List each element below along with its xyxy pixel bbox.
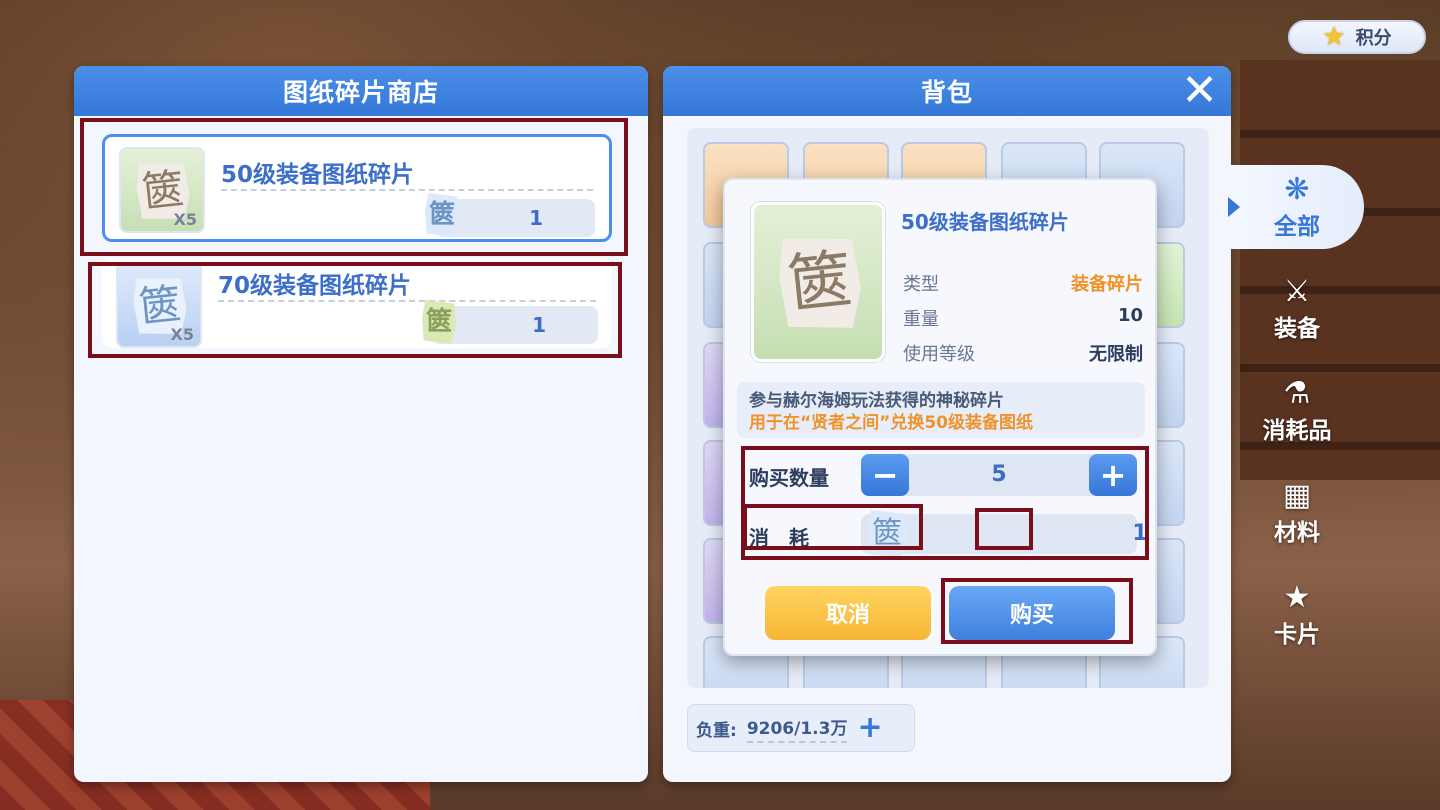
equipment-icon: ⚔ [1283, 274, 1311, 309]
weight-indicator: 负重: 9206/1.3万 + [687, 704, 915, 752]
flask-icon: ⚗ [1283, 376, 1311, 411]
item-name: 50级装备图纸碎片 [221, 162, 415, 188]
price-fragment-icon: 篋 [422, 300, 456, 344]
increase-button[interactable]: + [1089, 454, 1137, 496]
close-icon[interactable]: ✕ [1179, 69, 1221, 113]
shop-title: 图纸碎片商店 [282, 78, 439, 107]
tab-materials[interactable]: ▦ 材料 [1230, 471, 1364, 555]
cost-value: 1 [1132, 521, 1148, 546]
shop-item-50[interactable]: 篋 X5 50级装备图纸碎片 篋 1 [102, 134, 612, 242]
level-row: 使用等级 无限制 [903, 340, 1143, 366]
item-name: 70级装备图纸碎片 [218, 273, 412, 299]
star-icon: ★ [1322, 22, 1346, 52]
tab-label: 消耗品 [1262, 418, 1332, 444]
tab-cards[interactable]: ★ 卡片 [1230, 573, 1364, 657]
price-bar: 篋 1 [425, 193, 595, 237]
add-weight-button[interactable]: + [857, 713, 882, 743]
price-value: 1 [529, 206, 543, 230]
active-arrow-icon [1228, 197, 1240, 217]
weight-value: 9206/1.3万 [746, 714, 848, 743]
popup-item-icon: 篋 [751, 202, 885, 362]
tab-equipment[interactable]: ⚔ 装备 [1230, 267, 1364, 351]
purchase-dialog: 篋 50级装备图纸碎片 类型 装备碎片 重量 10 使用等级 无限制 参与赫尔海… [723, 178, 1157, 656]
cost-label: 消 耗 [749, 526, 809, 550]
shop-panel: 图纸碎片商店 篋 X5 50级装备图纸碎片 篋 1 篋 X5 70级装备图纸碎片… [74, 66, 648, 782]
type-value: 装备碎片 [1071, 274, 1143, 295]
usage-line: 用于在“贤者之间”兑换50级装备图纸 [749, 413, 1034, 433]
level-label: 使用等级 [903, 344, 975, 365]
item-icon: 篋 X5 [116, 262, 202, 348]
decrease-button[interactable]: − [861, 454, 909, 496]
tab-consumables[interactable]: ⚗ 消耗品 [1230, 369, 1364, 453]
tab-label: 卡片 [1274, 622, 1320, 648]
type-row: 类型 装备碎片 [903, 270, 1143, 296]
weight-row-value: 10 [1117, 305, 1143, 326]
buy-button[interactable]: 购买 [949, 586, 1115, 640]
quantity-value: 5 [991, 462, 1007, 487]
item-icon: 篋 X5 [119, 147, 205, 233]
price-value: 1 [532, 313, 546, 337]
price-bar: 篋 1 [422, 300, 598, 344]
grid-icon: ▦ [1282, 478, 1312, 513]
item-count: X5 [173, 210, 197, 229]
weight-row: 重量 10 [903, 305, 1143, 331]
weight-label: 负重: [696, 720, 737, 741]
description-box: 参与赫尔海姆玩法获得的神秘碎片 用于在“贤者之间”兑换50级装备图纸 [737, 382, 1145, 438]
cancel-button[interactable]: 取消 [765, 586, 931, 640]
cancel-label: 取消 [825, 603, 870, 628]
level-value: 无限制 [1089, 344, 1143, 365]
tab-label: 全部 [1274, 214, 1320, 240]
divider [221, 189, 593, 191]
buy-label: 购买 [1009, 603, 1054, 628]
quantity-label: 购买数量 [749, 466, 829, 490]
tab-label: 材料 [1274, 520, 1320, 546]
shop-header: 图纸碎片商店 [74, 66, 648, 116]
category-tabs: ❋ 全部 ⚔ 装备 ⚗ 消耗品 ▦ 材料 ★ 卡片 [1228, 165, 1370, 665]
points-button[interactable]: ★ 积分 [1288, 20, 1426, 54]
cost-bar: 篋 1 [861, 510, 1148, 558]
cost-fragment-icon: 篋 [867, 510, 907, 558]
bag-header: 背包 ✕ [663, 66, 1231, 116]
tab-label: 装备 [1274, 316, 1320, 342]
item-count: X5 [170, 325, 194, 344]
description-line: 参与赫尔海姆玩法获得的神秘碎片 [749, 391, 1004, 411]
price-fragment-icon: 篋 [425, 193, 459, 237]
weight-row-label: 重量 [903, 309, 939, 330]
type-label: 类型 [903, 274, 939, 295]
divider [218, 300, 596, 302]
card-icon: ★ [1283, 580, 1311, 615]
quantity-stepper: − 5 + [861, 454, 1137, 496]
points-label: 积分 [1355, 28, 1392, 49]
popup-title: 50级装备图纸碎片 [901, 210, 1069, 234]
bag-title: 背包 [920, 78, 973, 107]
fragment-icon: 篋 [775, 231, 865, 335]
swirl-icon: ❋ [1284, 172, 1310, 207]
tab-all[interactable]: ❋ 全部 [1228, 165, 1364, 249]
shop-item-70[interactable]: 篋 X5 70级装备图纸碎片 篋 1 [102, 258, 612, 348]
